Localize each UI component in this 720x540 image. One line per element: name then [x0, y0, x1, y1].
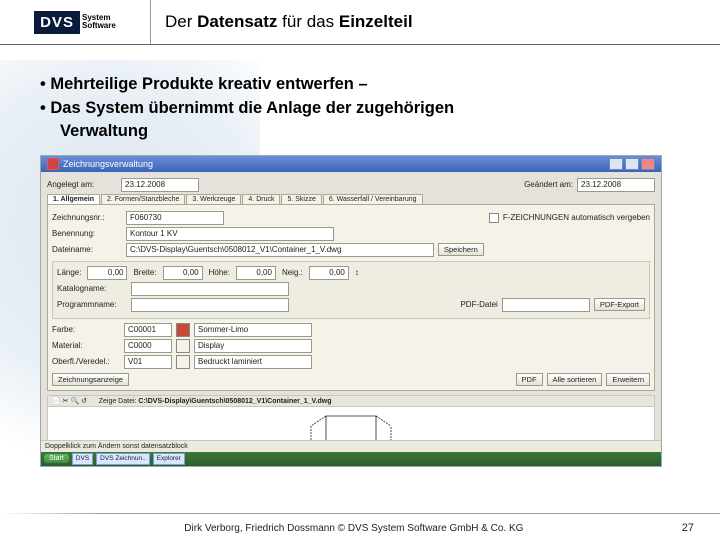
pdf-export-button[interactable]: PDF-Export	[594, 298, 645, 311]
logo-brand: DVS	[34, 11, 80, 34]
geaendert-label: Geändert am:	[524, 180, 573, 189]
taskbar-item-2[interactable]: DVS Zeichnun..	[96, 453, 150, 465]
pdf-field[interactable]	[502, 298, 590, 312]
start-button[interactable]: Start	[44, 454, 69, 463]
tab-formen[interactable]: 2. Formen/Stanzbleche	[101, 194, 185, 204]
tool-icon[interactable]: 📄	[52, 398, 61, 405]
refresh-icon[interactable]: ↺	[81, 398, 87, 405]
page-number: 27	[682, 522, 694, 534]
speichern-button[interactable]: Speichern	[438, 243, 484, 256]
close-button[interactable]	[641, 158, 655, 170]
dateiname-label: Dateiname:	[52, 245, 122, 254]
laenge-field[interactable]: 0,00	[87, 266, 127, 280]
material-swatch	[176, 339, 190, 353]
tabbar: 1. Allgemein 2. Formen/Stanzbleche 3. We…	[47, 194, 655, 204]
app-window: Zeichnungsverwaltung Angelegt am: 23.12.…	[40, 155, 662, 467]
katalogname-field[interactable]	[131, 282, 289, 296]
hoehe-field[interactable]: 0,00	[236, 266, 276, 280]
titlebar: Zeichnungsverwaltung	[41, 156, 661, 172]
zeichnungsnr-label: Zeichnungsnr.:	[52, 213, 122, 222]
bullet-2-cont: Verwaltung	[60, 122, 688, 141]
erweitern-button[interactable]: Erweitern	[606, 373, 650, 386]
zeichnungsanzeige-button[interactable]: Zeichnungsanzeige	[52, 373, 129, 386]
maximize-button[interactable]	[625, 158, 639, 170]
material-label: Material:	[52, 341, 120, 350]
katalogname-label: Katalogname:	[57, 284, 127, 293]
tab-skizze[interactable]: 5. Skizze	[281, 194, 321, 204]
neig-field[interactable]: 0,00	[309, 266, 349, 280]
updown-icon[interactable]: ↕	[355, 268, 359, 277]
oberfl-label: Oberfl./Veredel.:	[52, 357, 120, 366]
benennung-field[interactable]: Kontour 1 KV	[126, 227, 334, 241]
pdf-label: PDF-Datei	[460, 300, 497, 309]
programmname-field[interactable]	[131, 298, 289, 312]
hoehe-label: Höhe:	[209, 268, 230, 277]
app-icon	[47, 158, 59, 170]
bullet-1: Mehrteilige Produkte kreativ entwerfen –	[40, 73, 688, 95]
tab-allgemein[interactable]: 1. Allgemein	[47, 194, 100, 204]
alle-sortieren-button[interactable]: Alle sortieren	[547, 373, 603, 386]
farbe-name[interactable]: Sommer-Limo	[194, 323, 312, 337]
angelegt-label: Angelegt am:	[47, 180, 117, 189]
tab-druck[interactable]: 4. Druck	[242, 194, 280, 204]
taskbar-item-3[interactable]: Explorer	[153, 453, 185, 465]
status-bar: Doppelklick zum Ändern sonst datensatzbl…	[41, 440, 661, 452]
cut-icon[interactable]: ✂	[63, 398, 69, 405]
preview-header: 📄 ✂ 🔍 ↺ Zeige Datei: C:\DVS-Display\Guen…	[47, 395, 655, 407]
logo: DVS SystemSoftware	[0, 0, 151, 44]
autovergabe-label: F-ZEICHNUNGEN automatisch vergeben	[503, 213, 650, 222]
breite-field[interactable]: 0,00	[163, 266, 203, 280]
farbe-code[interactable]: C00001	[124, 323, 172, 337]
oberfl-code[interactable]: V01	[124, 355, 172, 369]
minimize-button[interactable]	[609, 158, 623, 170]
bullet-2: Das System übernimmt die Anlage der zuge…	[40, 97, 688, 119]
farbe-swatch	[176, 323, 190, 337]
footer-credit: Dirk Verborg, Friedrich Dossmann © DVS S…	[26, 523, 682, 534]
dateiname-field[interactable]: C:\DVS-Display\Guentsch\0508012_V1\Conta…	[126, 243, 434, 257]
app-title-text: Zeichnungsverwaltung	[63, 159, 153, 169]
zoom-icon[interactable]: 🔍	[71, 398, 80, 405]
programmname-label: Programmname:	[57, 300, 127, 309]
taskbar: Start DVS DVS Zeichnun.. Explorer	[41, 452, 661, 466]
material-name[interactable]: Display	[194, 339, 312, 353]
angelegt-field[interactable]: 23.12.2008	[121, 178, 199, 192]
material-code[interactable]: C0000	[124, 339, 172, 353]
breite-label: Breite:	[133, 268, 156, 277]
neig-label: Neig.:	[282, 268, 303, 277]
geaendert-field[interactable]: 23.12.2008	[577, 178, 655, 192]
zeichnungsnr-field[interactable]: F060730	[126, 211, 224, 225]
laenge-label: Länge:	[57, 268, 81, 277]
tab-werkzeuge[interactable]: 3. Werkzeuge	[186, 194, 241, 204]
oberfl-swatch	[176, 355, 190, 369]
tab-wasserfall[interactable]: 6. Wasserfall / Vereinbarung	[323, 194, 423, 204]
autovergabe-checkbox[interactable]	[489, 213, 499, 223]
oberfl-name[interactable]: Bedruckt laminiert	[194, 355, 312, 369]
farbe-label: Farbe:	[52, 325, 120, 334]
preview-path: C:\DVS-Display\Guentsch\0508012_V1\Conta…	[138, 398, 331, 405]
pdf-button[interactable]: PDF	[516, 373, 543, 386]
logo-sub: SystemSoftware	[82, 14, 116, 30]
slide-title: Der Datensatz für das Einzelteil	[151, 12, 413, 32]
taskbar-item-1[interactable]: DVS	[72, 453, 93, 465]
benennung-label: Benennung:	[52, 229, 122, 238]
